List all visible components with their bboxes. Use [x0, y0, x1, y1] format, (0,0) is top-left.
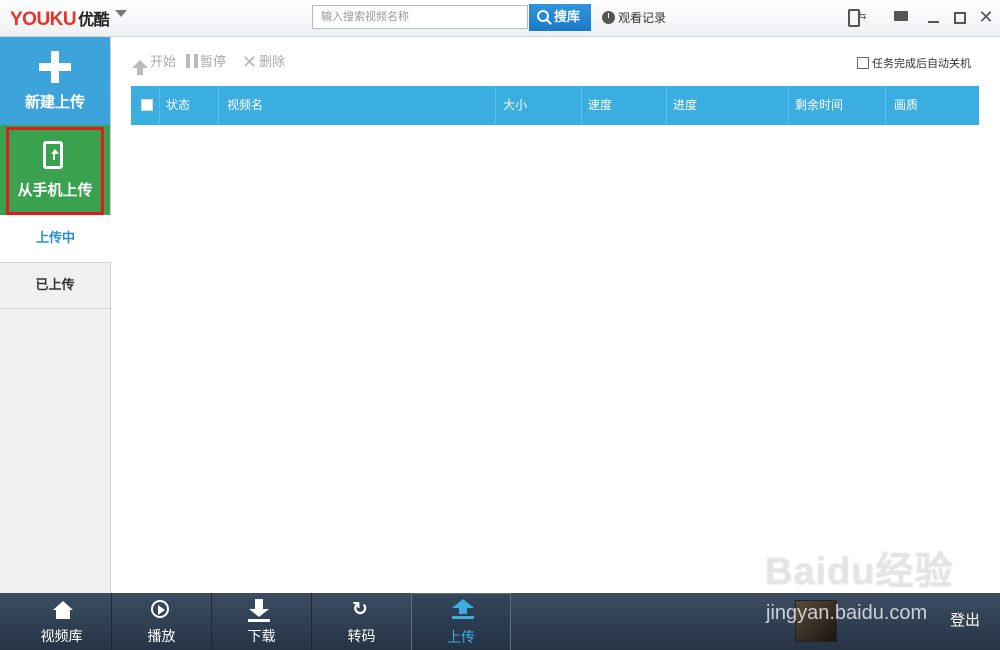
logo-latin: YOUKU: [10, 9, 77, 30]
minimize-icon[interactable]: [924, 8, 944, 28]
nav-video-library-label: 视频库: [40, 629, 83, 645]
auto-shutdown-label: 任务完成后自动关机: [872, 57, 971, 70]
nav-upload[interactable]: 上传: [411, 593, 511, 650]
upload-icon: [452, 599, 474, 619]
close-icon[interactable]: ✕: [976, 8, 996, 28]
tab-uploading[interactable]: 上传中: [0, 215, 111, 263]
column-header-status[interactable]: 状态: [166, 86, 219, 125]
maximize-icon[interactable]: [950, 8, 970, 28]
nav-video-library[interactable]: 视频库: [12, 593, 112, 650]
start-icon: [132, 60, 148, 75]
delete-label: 删除: [259, 55, 286, 70]
nav-play-label: 播放: [147, 629, 176, 645]
new-upload-label: 新建上传: [24, 93, 85, 111]
column-header-time-left[interactable]: 剩余时间: [795, 86, 886, 125]
column-header-size[interactable]: 大小: [503, 86, 582, 125]
nav-upload-label: 上传: [447, 630, 475, 646]
youku-logo[interactable]: YOUKU 优酷: [10, 6, 110, 31]
pause-label: 暂停: [200, 55, 227, 70]
tab-uploaded[interactable]: 已上传: [0, 263, 110, 309]
auto-shutdown-checkbox[interactable]: [857, 57, 869, 69]
select-all-checkbox[interactable]: [141, 99, 153, 111]
pause-button[interactable]: 暂停: [186, 54, 226, 72]
logo-cn: 优酷: [78, 12, 110, 29]
menu-dropdown-icon[interactable]: [115, 10, 127, 17]
nav-transcode-label: 转码: [347, 629, 376, 645]
nav-download-label: 下载: [247, 629, 276, 645]
download-icon: [248, 599, 270, 622]
search-icon: [537, 10, 549, 22]
phone-upload-icon: [43, 141, 63, 169]
phone-sync-icon[interactable]: [846, 8, 866, 28]
select-all-cell: [131, 86, 160, 125]
message-icon[interactable]: [892, 8, 912, 28]
auto-shutdown-option[interactable]: 任务完成后自动关机: [857, 55, 971, 71]
refresh-icon: ↻: [352, 598, 368, 620]
title-bar: YOUKU优酷 输入搜索视频名称 搜库 观看记录 ✕: [0, 0, 1000, 37]
phone-upload-label: 从手机上传: [17, 181, 93, 199]
home-icon: [53, 601, 73, 619]
sidebar: 新建上传 从手机上传 上传中 已上传: [0, 37, 111, 593]
search-button[interactable]: 搜库: [529, 4, 591, 31]
search-button-label: 搜库: [554, 10, 581, 25]
start-button[interactable]: 开始: [132, 54, 177, 75]
phone-upload-button[interactable]: 从手机上传: [0, 125, 110, 215]
delete-button[interactable]: ✕ 删除: [242, 54, 285, 72]
delete-icon: ✕: [242, 52, 258, 73]
clock-icon: [602, 11, 615, 24]
new-upload-button[interactable]: 新建上传: [0, 37, 110, 125]
pause-icon: [186, 54, 198, 68]
upload-table-header: 状态 视频名 大小 速度 进度 剩余时间 画质: [131, 86, 979, 125]
baidu-watermark: Baidu经验: [765, 551, 954, 593]
nav-download[interactable]: 下载: [212, 593, 312, 650]
plus-icon: [39, 51, 71, 83]
logout-button[interactable]: 登出: [950, 609, 980, 630]
nav-transcode[interactable]: ↻ 转码: [312, 593, 412, 650]
nav-play[interactable]: 播放: [112, 593, 212, 650]
start-label: 开始: [150, 55, 177, 70]
column-header-speed[interactable]: 速度: [588, 86, 667, 125]
watch-history-button[interactable]: 观看记录: [602, 10, 666, 26]
column-header-progress[interactable]: 进度: [673, 86, 789, 125]
search-input[interactable]: 输入搜索视频名称: [312, 5, 528, 29]
play-icon: [151, 600, 169, 618]
watermark-url: jingyan.baidu.com: [766, 602, 928, 624]
column-header-video-name[interactable]: 视频名: [227, 86, 496, 125]
watch-history-label: 观看记录: [618, 11, 667, 25]
column-header-quality[interactable]: 画质: [894, 86, 979, 125]
